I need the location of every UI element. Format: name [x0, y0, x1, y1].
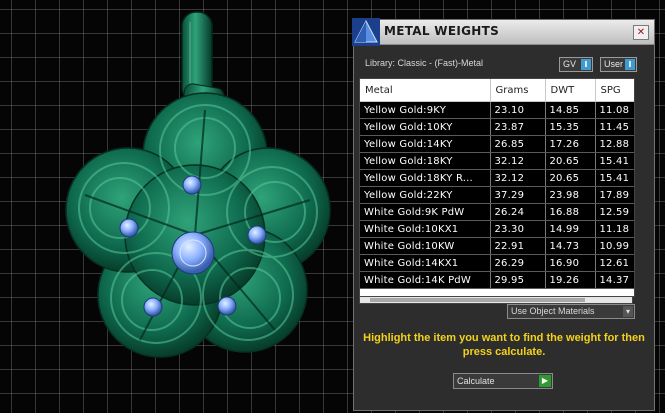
dwt-cell: 16.88	[545, 203, 596, 221]
dwt-cell: 17.26	[545, 135, 596, 153]
panel-title: METAL WEIGHTS	[384, 24, 500, 38]
grams-cell: 22.91	[490, 237, 546, 255]
user-toggle-label: User	[604, 59, 624, 69]
library-label: Library: Classic - (Fast)-Metal	[365, 58, 484, 68]
dwt-cell: 20.65	[545, 169, 596, 187]
spg-cell: 10.99	[595, 237, 634, 255]
instructions-text: Highlight the item you want to find the …	[363, 332, 645, 358]
metal-table[interactable]: Metal Grams DWT SPG Yellow Gold:9KY 23.10…	[359, 78, 635, 297]
metal-cell: White Gold:10KW	[360, 237, 491, 255]
play-icon: ▶	[539, 375, 551, 387]
toggle-switch-icon: I	[581, 59, 591, 70]
scrollbar-thumb[interactable]	[370, 298, 585, 302]
metal-cell: Yellow Gold:10KY	[360, 118, 491, 136]
spg-cell: 15.41	[595, 169, 634, 187]
calculate-label: Calculate	[457, 376, 495, 386]
use-object-materials-label: Use Object Materials	[511, 306, 595, 316]
toggle-switch-icon: I	[625, 59, 635, 70]
spg-cell: 17.89	[595, 186, 634, 204]
table-row[interactable]: Yellow Gold:14KY 26.85 17.26 12.88	[360, 135, 634, 153]
spg-cell: 11.18	[595, 220, 634, 238]
spg-cell: 12.59	[595, 203, 634, 221]
table-row[interactable]: White Gold:14K PdW 29.95 19.26 14.37	[360, 271, 634, 289]
grams-cell: 23.10	[490, 101, 546, 119]
triangle-app-icon	[352, 18, 380, 46]
column-header-metal[interactable]: Metal	[360, 79, 491, 102]
user-toggle[interactable]: User I	[600, 57, 637, 72]
table-row[interactable]: White Gold:10KX1 23.30 14.99 11.18	[360, 220, 634, 238]
grams-cell: 23.30	[490, 220, 546, 238]
table-row[interactable]: White Gold:9K PdW 26.24 16.88 12.59	[360, 203, 634, 221]
metal-cell: White Gold:9K PdW	[360, 203, 491, 221]
metal-cell: Yellow Gold:18KY	[360, 152, 491, 170]
metal-weights-panel: METAL WEIGHTS ✕ Library: Classic - (Fast…	[352, 18, 655, 411]
dwt-cell: 15.35	[545, 118, 596, 136]
grams-cell: 32.12	[490, 169, 546, 187]
metal-cell: White Gold:10KX1	[360, 220, 491, 238]
horizontal-scrollbar[interactable]	[359, 296, 633, 304]
spg-cell: 12.88	[595, 135, 634, 153]
calculate-button[interactable]: Calculate ▶	[453, 373, 553, 389]
use-object-materials-dropdown[interactable]: Use Object Materials ▾	[507, 304, 635, 319]
metal-cell: White Gold:14K PdW	[360, 271, 491, 289]
dwt-cell: 16.90	[545, 254, 596, 272]
spg-cell: 11.08	[595, 101, 634, 119]
spg-cell: 11.45	[595, 118, 634, 136]
metal-cell: Yellow Gold:18KY R...	[360, 169, 491, 187]
table-row[interactable]: Yellow Gold:9KY 23.10 14.85 11.08	[360, 101, 634, 119]
grams-cell: 32.12	[490, 152, 546, 170]
metal-cell: White Gold:14KX1	[360, 254, 491, 272]
grams-cell: 26.24	[490, 203, 546, 221]
pendant-model	[65, 11, 331, 358]
dwt-cell: 14.99	[545, 220, 596, 238]
grams-cell: 26.29	[490, 254, 546, 272]
grams-cell: 26.85	[490, 135, 546, 153]
gv-toggle[interactable]: GV I	[559, 57, 593, 72]
table-row[interactable]: White Gold:10KW 22.91 14.73 10.99	[360, 237, 634, 255]
table-row[interactable]: Yellow Gold:18KY 32.12 20.65 15.41	[360, 152, 634, 170]
gv-toggle-label: GV	[563, 59, 577, 69]
grams-cell: 23.87	[490, 118, 546, 136]
grams-cell: 29.95	[490, 271, 546, 289]
flower-body	[65, 92, 331, 358]
panel-titlebar[interactable]: METAL WEIGHTS ✕	[352, 18, 654, 46]
table-row[interactable]: Yellow Gold:22KY 37.29 23.98 17.89	[360, 186, 634, 204]
column-header-grams[interactable]: Grams	[490, 79, 546, 102]
close-icon[interactable]: ✕	[633, 25, 649, 40]
spg-cell: 12.61	[595, 254, 634, 272]
spg-cell: 14.37	[595, 271, 634, 289]
metal-cell: Yellow Gold:14KY	[360, 135, 491, 153]
column-header-spg[interactable]: SPG	[595, 79, 634, 102]
column-header-dwt[interactable]: DWT	[545, 79, 596, 102]
dwt-cell: 20.65	[545, 152, 596, 170]
table-row[interactable]: White Gold:14KX1 26.29 16.90 12.61	[360, 254, 634, 272]
metal-cell: Yellow Gold:9KY	[360, 101, 491, 119]
table-row[interactable]: Yellow Gold:10KY 23.87 15.35 11.45	[360, 118, 634, 136]
dropdown-arrow-icon: ▾	[623, 306, 633, 317]
spg-cell: 15.41	[595, 152, 634, 170]
table-row[interactable]: Yellow Gold:18KY R... 32.12 20.65 15.41	[360, 169, 634, 187]
dwt-cell: 23.98	[545, 186, 596, 204]
dwt-cell: 14.85	[545, 101, 596, 119]
dwt-cell: 14.73	[545, 237, 596, 255]
metal-cell: Yellow Gold:22KY	[360, 186, 491, 204]
dwt-cell: 19.26	[545, 271, 596, 289]
grams-cell: 37.29	[490, 186, 546, 204]
